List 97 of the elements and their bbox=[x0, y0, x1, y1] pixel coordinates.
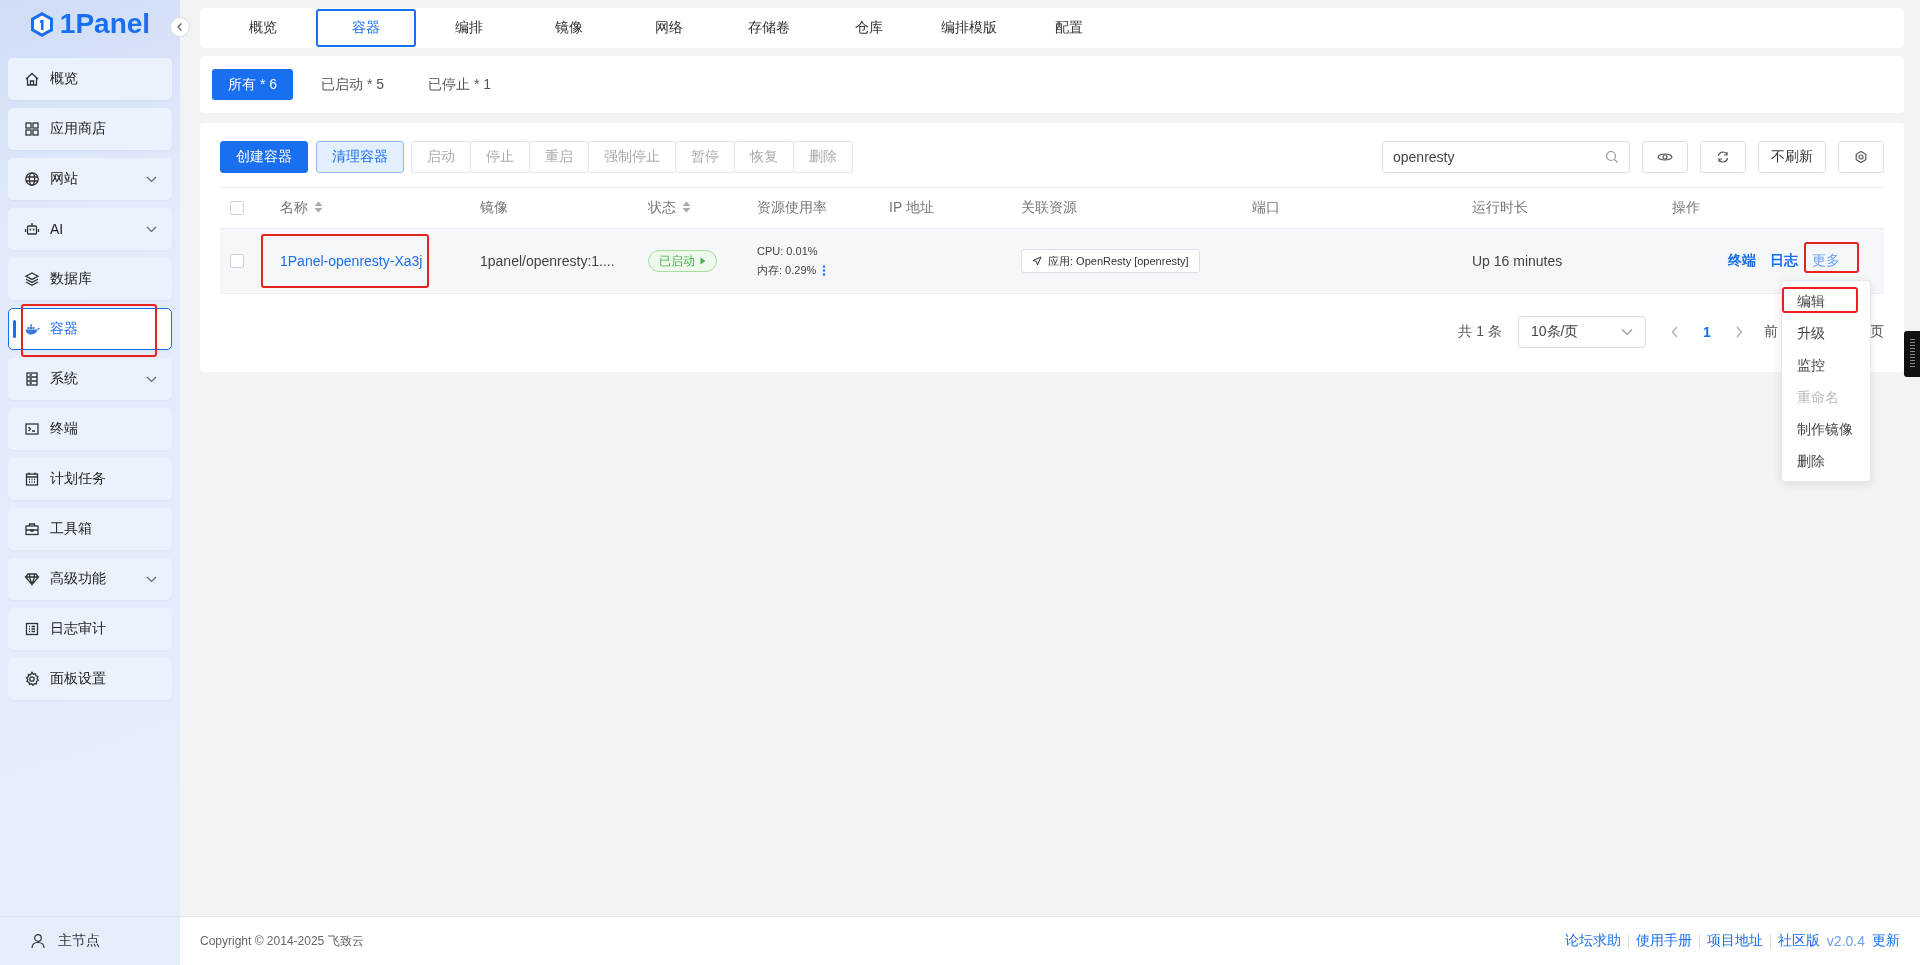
checkbox[interactable] bbox=[230, 254, 244, 268]
page-size-select[interactable]: 10条/页 bbox=[1518, 316, 1646, 348]
tab[interactable]: 网络 bbox=[622, 9, 716, 47]
list-icon bbox=[24, 621, 40, 637]
cpu-usage: CPU: 0.01% bbox=[757, 244, 819, 257]
column-header: 资源使用率 bbox=[757, 199, 827, 215]
diamond-icon bbox=[24, 571, 40, 587]
tab[interactable]: 编排 bbox=[422, 9, 516, 47]
menu-item[interactable]: 制作镜像 bbox=[1782, 413, 1870, 445]
toolbar-button[interactable]: 创建容器 bbox=[220, 141, 308, 173]
settings-button[interactable] bbox=[1838, 141, 1884, 173]
search-icon bbox=[1605, 150, 1619, 164]
play-icon bbox=[700, 257, 706, 265]
sidebar-item[interactable]: 高级功能 bbox=[8, 558, 172, 600]
chevron-left-icon bbox=[1671, 326, 1679, 338]
menu-item[interactable]: 删除 bbox=[1782, 445, 1870, 477]
column-header: 状态 bbox=[648, 199, 676, 215]
column-header: 镜像 bbox=[480, 199, 508, 215]
page-number[interactable]: 1 bbox=[1696, 324, 1718, 340]
column-header: 运行时长 bbox=[1472, 199, 1528, 215]
sidebar-item[interactable]: 日志审计 bbox=[8, 608, 172, 650]
tab[interactable]: 容器 bbox=[316, 9, 416, 47]
sidebar-item[interactable]: 计划任务 bbox=[8, 458, 172, 500]
column-header: 名称 bbox=[280, 199, 308, 215]
refresh-icon bbox=[1716, 150, 1730, 164]
tab[interactable]: 镜像 bbox=[522, 9, 616, 47]
version-text: v2.0.4 bbox=[1826, 933, 1865, 949]
navigation-icon bbox=[1032, 256, 1042, 266]
search-text: openresty bbox=[1393, 149, 1455, 165]
auto-refresh-button[interactable]: 不刷新 bbox=[1758, 141, 1826, 173]
tab[interactable]: 存储卷 bbox=[722, 9, 816, 47]
total-count: 共 1 条 bbox=[1458, 323, 1502, 341]
memory-usage: 内存: 0.29% bbox=[757, 262, 817, 278]
eye-icon bbox=[1657, 151, 1673, 163]
sort-icon[interactable] bbox=[314, 201, 323, 213]
table-cell: Up 16 minutes bbox=[1472, 253, 1563, 269]
calendar-icon bbox=[24, 471, 40, 487]
filter-tab[interactable]: 已启动 * 5 bbox=[305, 69, 401, 100]
settings-icon bbox=[1854, 150, 1868, 164]
sidebar-item[interactable]: 面板设置 bbox=[8, 658, 172, 700]
footer-link[interactable]: 项目地址 bbox=[1706, 932, 1763, 950]
sidebar-item[interactable]: 工具箱 bbox=[8, 508, 172, 550]
menu-item[interactable]: 编辑 bbox=[1782, 285, 1870, 317]
sidebar-item[interactable]: 数据库 bbox=[8, 258, 172, 300]
sort-icon[interactable] bbox=[682, 201, 691, 213]
update-link[interactable]: 更新 bbox=[1872, 932, 1900, 950]
action-link[interactable]: 日志 bbox=[1770, 252, 1798, 268]
sidebar-item[interactable]: 网站 bbox=[8, 158, 172, 200]
filter-tab[interactable]: 已停止 * 1 bbox=[412, 69, 508, 100]
layers-icon bbox=[24, 271, 40, 287]
menu-item[interactable]: 升级 bbox=[1782, 317, 1870, 349]
checkbox[interactable] bbox=[230, 201, 244, 215]
action-link[interactable]: 终端 bbox=[1728, 252, 1756, 268]
filter-tab[interactable]: 所有 * 6 bbox=[212, 69, 293, 100]
related-resource-button[interactable]: 应用: OpenResty [openresty] bbox=[1021, 249, 1200, 273]
toolbar-button[interactable]: 清理容器 bbox=[316, 141, 404, 173]
tab[interactable]: 仓库 bbox=[822, 9, 916, 47]
collapse-button[interactable] bbox=[170, 17, 190, 37]
globe-icon bbox=[24, 171, 40, 187]
tab[interactable]: 配置 bbox=[1022, 9, 1116, 47]
footer-link[interactable]: 论坛求助 bbox=[1564, 932, 1621, 950]
sidebar-item[interactable]: 终端 bbox=[8, 408, 172, 450]
jump-label: 页 bbox=[1870, 323, 1884, 341]
logo-icon bbox=[29, 10, 54, 38]
more-icon[interactable] bbox=[822, 264, 827, 276]
column-header: IP 地址 bbox=[889, 199, 934, 215]
side-widget-icon[interactable] bbox=[1904, 331, 1920, 377]
chevron-down-icon bbox=[1621, 328, 1633, 336]
column-header: 关联资源 bbox=[1021, 199, 1077, 215]
tab[interactable]: 编排模版 bbox=[922, 9, 1016, 47]
jump-label: 前 bbox=[1764, 323, 1778, 341]
table-cell: 1panel/openresty:1.... bbox=[480, 253, 615, 269]
footer-link[interactable]: 社区版 bbox=[1777, 932, 1820, 950]
column-header: 操作 bbox=[1672, 199, 1700, 215]
server-icon bbox=[24, 371, 40, 387]
sidebar-item[interactable]: 容器 bbox=[8, 308, 172, 350]
column-header: 端口 bbox=[1252, 199, 1280, 215]
toolbox-icon bbox=[24, 521, 40, 537]
tab[interactable]: 概览 bbox=[216, 9, 310, 47]
container-name-link[interactable]: 1Panel-openresty-Xa3j bbox=[280, 253, 423, 269]
grid-icon bbox=[24, 121, 40, 137]
robot-icon bbox=[24, 221, 40, 237]
visibility-button[interactable] bbox=[1642, 141, 1688, 173]
menu-item[interactable]: 监控 bbox=[1782, 349, 1870, 381]
home-icon bbox=[24, 71, 40, 87]
sidebar-item[interactable]: 应用商店 bbox=[8, 108, 172, 150]
sidebar-item[interactable]: 概览 bbox=[8, 58, 172, 100]
gear-icon bbox=[24, 671, 40, 687]
sidebar-item[interactable]: 系统 bbox=[8, 358, 172, 400]
footer-link[interactable]: 使用手册 bbox=[1635, 932, 1692, 950]
user-icon bbox=[30, 933, 46, 949]
copyright-text: Copyright © 2014-2025 飞致云 bbox=[200, 932, 364, 950]
sidebar-item[interactable]: AI bbox=[8, 208, 172, 250]
refresh-button[interactable] bbox=[1700, 141, 1746, 173]
terminal-icon bbox=[24, 421, 40, 437]
chevron-right-icon bbox=[1735, 326, 1743, 338]
search-field[interactable]: openresty bbox=[1382, 141, 1630, 173]
